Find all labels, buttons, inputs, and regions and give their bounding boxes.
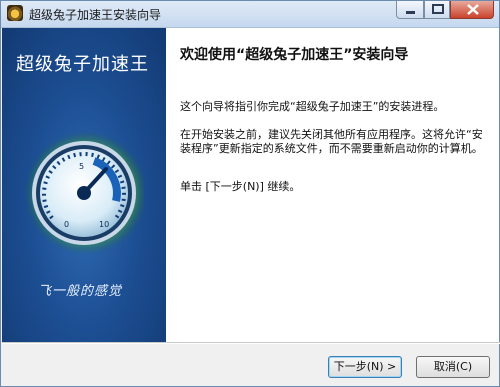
- intro-text: 这个向导将指引你完成“超级兔子加速王”的安装进程。: [180, 100, 445, 113]
- window-title: 超级兔子加速王安装向导: [29, 8, 162, 22]
- installer-window: 超级兔子加速王安装向导 超级兔子加速王 0 5 10 飞一般的感觉 欢迎使用“超…: [0, 0, 500, 387]
- slogan-text: 飞一般的感觉: [38, 284, 123, 299]
- brand-title: 超级兔子加速王: [16, 54, 149, 75]
- close-button[interactable]: [450, 1, 494, 19]
- app-icon: [7, 5, 23, 21]
- cancel-button[interactable]: 取消(C): [416, 356, 490, 378]
- close-icon: [467, 4, 479, 15]
- gauge-label-5: 5: [79, 162, 84, 171]
- gauge-label-10: 10: [99, 220, 109, 229]
- speedometer-icon: 0 5 10: [24, 131, 144, 255]
- title-bar[interactable]: 超级兔子加速王安装向导: [1, 1, 499, 28]
- continue-hint-text: 单击 [下一步(N)] 继续。: [180, 180, 301, 193]
- maximize-button[interactable]: [424, 1, 450, 19]
- maximize-icon: [432, 4, 444, 14]
- minimize-icon: [406, 11, 415, 14]
- welcome-heading: 欢迎使用“超级兔子加速王”安装向导: [180, 47, 409, 63]
- footer-separator: [2, 342, 500, 343]
- sidebar-banner: 超级兔子加速王 0 5 10 飞一般的感觉: [2, 28, 166, 342]
- advice-text: 在开始安装之前，建议先关闭其他所有应用程序。这将允许“安装程序”更新指定的系统文…: [180, 128, 483, 155]
- next-button[interactable]: 下一步(N) >: [328, 356, 402, 378]
- welcome-panel: 欢迎使用“超级兔子加速王”安装向导 这个向导将指引你完成“超级兔子加速王”的安装…: [166, 28, 499, 342]
- minimize-button[interactable]: [396, 1, 424, 19]
- gauge-label-0: 0: [64, 220, 69, 229]
